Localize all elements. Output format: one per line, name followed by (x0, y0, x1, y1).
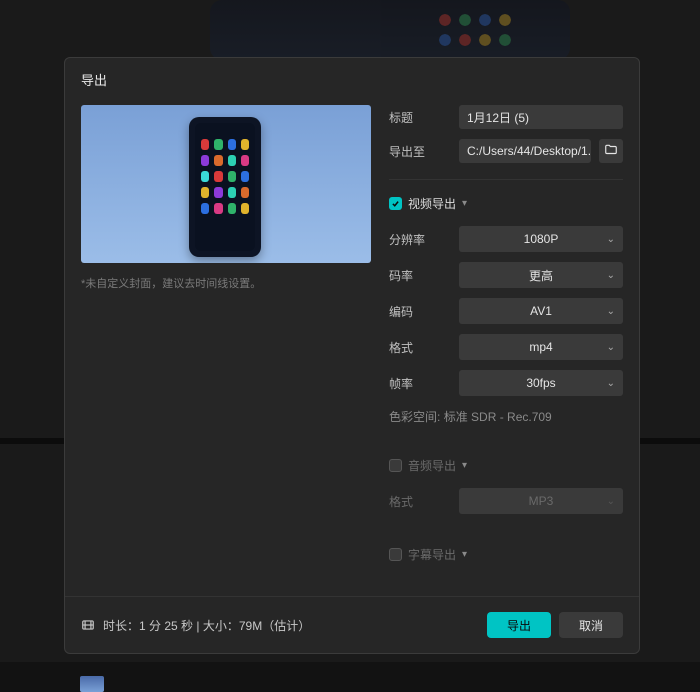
title-input[interactable]: 1月12日 (5) (459, 105, 623, 129)
bitrate-row: 码率 更高 ⌄ (389, 262, 623, 288)
title-label: 标题 (389, 109, 451, 126)
footer-separator: | (193, 619, 203, 633)
settings-column: 标题 1月12日 (5) 导出至 C:/Users/44/Desktop/1..… (389, 105, 623, 596)
bitrate-label: 码率 (389, 267, 451, 284)
cover-hint-text: *未自定义封面，建议去时间线设置。 (81, 275, 371, 291)
chevron-down-icon: ▾ (462, 460, 467, 471)
fps-value: 30fps (526, 376, 555, 390)
chevron-down-icon: ▾ (462, 198, 467, 209)
duration-label: 时长： (103, 619, 139, 633)
export-path-input[interactable]: C:/Users/44/Desktop/1... (459, 139, 591, 163)
browse-folder-button[interactable] (599, 139, 623, 163)
audio-export-title: 音频导出 (408, 457, 456, 474)
format-value: mp4 (529, 340, 552, 354)
colorspace-label: 色彩空间: (389, 410, 440, 424)
fps-select[interactable]: 30fps ⌄ (459, 370, 623, 396)
background-timeline (0, 662, 700, 692)
chevron-down-icon: ▾ (462, 549, 467, 560)
audio-export-checkbox[interactable] (389, 459, 402, 472)
preview-column: *未自定义封面，建议去时间线设置。 (81, 105, 371, 596)
chevron-down-icon: ⌄ (607, 270, 615, 281)
codec-label: 编码 (389, 303, 451, 320)
subtitle-placeholder (389, 577, 623, 596)
footer-info: 时长：1 分 25 秒 | 大小：79M（估计） (103, 617, 310, 634)
timeline-thumbnail (80, 676, 104, 692)
export-button[interactable]: 导出 (487, 612, 551, 638)
resolution-select[interactable]: 1080P ⌄ (459, 226, 623, 252)
resolution-value: 1080P (524, 232, 559, 246)
dialog-title: 导出 (65, 58, 639, 93)
export-dialog: 导出 *未自定义封面，建议去时间线设置。 标题 1月12日 (5) 导出至 C:… (64, 57, 640, 654)
audio-format-value: MP3 (529, 494, 554, 508)
fps-label: 帧率 (389, 375, 451, 392)
resolution-row: 分辨率 1080P ⌄ (389, 226, 623, 252)
bitrate-select[interactable]: 更高 ⌄ (459, 262, 623, 288)
format-select[interactable]: mp4 ⌄ (459, 334, 623, 360)
audio-export-section-header[interactable]: 音频导出 ▾ (389, 453, 623, 478)
size-label: 大小： (203, 619, 239, 633)
fps-row: 帧率 30fps ⌄ (389, 370, 623, 396)
chevron-down-icon: ⌄ (607, 342, 615, 353)
subtitle-export-section-header[interactable]: 字幕导出 ▾ (389, 542, 623, 567)
export-path-label: 导出至 (389, 143, 451, 160)
chevron-down-icon: ⌄ (607, 306, 615, 317)
resolution-label: 分辨率 (389, 231, 451, 248)
size-value: 79M（估计） (239, 619, 310, 633)
audio-format-select: MP3 ⌄ (459, 488, 623, 514)
video-export-checkbox[interactable] (389, 197, 402, 210)
preview-phone-graphic (189, 117, 261, 257)
audio-format-row: 格式 MP3 ⌄ (389, 488, 623, 514)
format-row: 格式 mp4 ⌄ (389, 334, 623, 360)
dialog-footer: 时长：1 分 25 秒 | 大小：79M（估计） 导出 取消 (65, 596, 639, 653)
bitrate-value: 更高 (529, 267, 553, 284)
dialog-body: *未自定义封面，建议去时间线设置。 标题 1月12日 (5) 导出至 C:/Us… (65, 93, 639, 596)
colorspace-info: 色彩空间: 标准 SDR - Rec.709 (389, 406, 623, 425)
duration-value: 1 分 25 秒 (139, 619, 193, 633)
video-export-title: 视频导出 (408, 195, 456, 212)
title-row: 标题 1月12日 (5) (389, 105, 623, 129)
video-export-section-header[interactable]: 视频导出 ▾ (389, 191, 623, 216)
colorspace-value: 标准 SDR - Rec.709 (444, 410, 552, 424)
codec-select[interactable]: AV1 ⌄ (459, 298, 623, 324)
subtitle-export-checkbox[interactable] (389, 548, 402, 561)
chevron-down-icon: ⌄ (607, 378, 615, 389)
codec-value: AV1 (530, 304, 552, 318)
background-preview (210, 0, 570, 60)
film-icon (81, 618, 95, 632)
subtitle-export-title: 字幕导出 (408, 546, 456, 563)
folder-icon (604, 143, 618, 160)
audio-format-label: 格式 (389, 493, 451, 510)
chevron-down-icon: ⌄ (607, 496, 615, 507)
codec-row: 编码 AV1 ⌄ (389, 298, 623, 324)
video-preview[interactable] (81, 105, 371, 263)
format-label: 格式 (389, 339, 451, 356)
chevron-down-icon: ⌄ (607, 234, 615, 245)
export-path-row: 导出至 C:/Users/44/Desktop/1... (389, 139, 623, 163)
cancel-button[interactable]: 取消 (559, 612, 623, 638)
